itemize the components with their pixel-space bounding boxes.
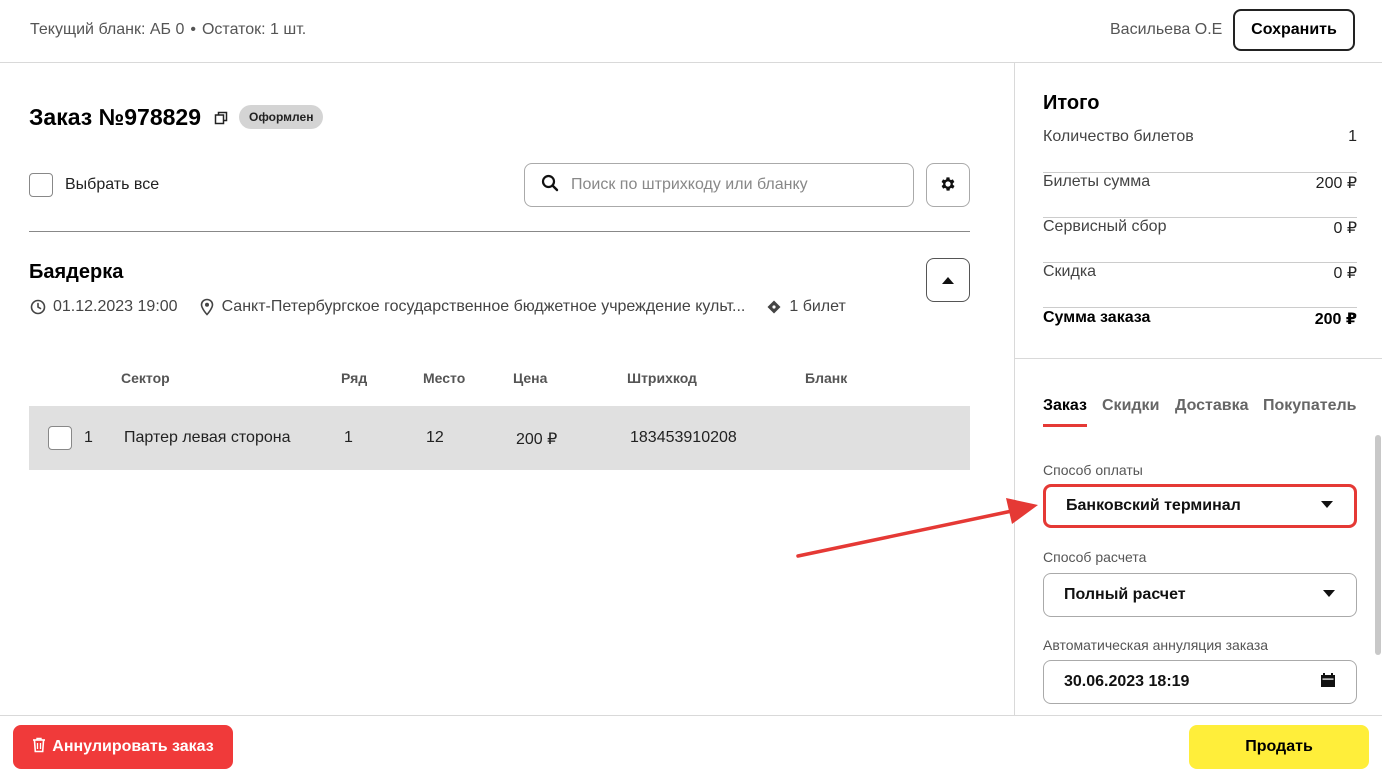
chevron-up-icon — [941, 273, 955, 288]
column-header-barcode: Штрихкод — [627, 370, 697, 386]
chevron-down-icon — [1322, 586, 1336, 604]
copy-icon[interactable] — [214, 111, 228, 125]
row-barcode: 183453910208 — [630, 429, 737, 446]
settlement-value: Полный расчет — [1064, 586, 1186, 603]
separator-dot: • — [190, 21, 196, 38]
sell-button[interactable]: Продать — [1189, 725, 1369, 769]
auto-cancel-label: Автоматическая аннуляция заказа — [1043, 637, 1269, 653]
search-box[interactable] — [524, 163, 914, 207]
select-all[interactable]: Выбрать все — [29, 173, 159, 197]
column-header-blank: Бланк — [805, 370, 848, 386]
summary-label: Количество билетов — [1043, 128, 1194, 145]
row-price: 200 ₽ — [516, 431, 558, 448]
settings-button[interactable] — [926, 163, 970, 207]
divider — [1015, 358, 1382, 359]
right-panel-divider — [1014, 63, 1015, 715]
summary-row-discount: Скидка 0 ₽ — [1043, 263, 1357, 308]
summary-row-total: Сумма заказа 200 ₽ — [1043, 309, 1357, 354]
row-row: 1 — [344, 429, 353, 446]
calendar-icon[interactable] — [1320, 672, 1336, 693]
column-header-price: Цена — [513, 370, 548, 386]
summary-value: 0 ₽ — [1333, 220, 1357, 237]
row-seat: 12 — [426, 429, 444, 446]
collapse-event-button[interactable] — [926, 258, 970, 302]
divider — [29, 231, 970, 232]
clock-icon — [29, 298, 47, 316]
annotation-arrow-icon — [796, 498, 1038, 558]
active-tab-indicator — [1043, 424, 1087, 427]
event-meta: 01.12.2023 19:00 Санкт-Петербургское гос… — [29, 298, 846, 316]
summary-total-label: Сумма заказа — [1043, 309, 1151, 326]
auto-cancel-date-field[interactable]: 30.06.2023 18:19 — [1043, 660, 1357, 704]
search-icon — [541, 174, 559, 197]
payment-method-value: Банковский терминал — [1066, 497, 1241, 514]
footer: Аннулировать заказ Продать — [0, 715, 1382, 774]
summary-value: 200 ₽ — [1315, 175, 1357, 192]
gear-icon — [939, 175, 957, 196]
chevron-down-icon — [1320, 497, 1334, 515]
table-row[interactable]: 1 Партер левая сторона 1 12 200 ₽ 183453… — [29, 406, 970, 470]
column-header-seat: Место — [423, 370, 466, 386]
event-datetime: 01.12.2023 19:00 — [53, 298, 178, 315]
event-tickets-count: 1 билет — [789, 298, 846, 315]
summary-row-tickets-sum: Билеты сумма 200 ₽ — [1043, 173, 1357, 218]
event-venue: Санкт-Петербургское государственное бюдж… — [221, 298, 746, 315]
tab-delivery[interactable]: Доставка — [1175, 397, 1249, 415]
user-name: Васильева О.Е — [1110, 21, 1223, 38]
search-input[interactable] — [571, 176, 891, 194]
column-header-row: Ряд — [341, 370, 368, 386]
tab-customer[interactable]: Покупатель — [1263, 397, 1356, 415]
blank-info: Текущий бланк: АБ 0 • Остаток: 1 шт. — [30, 21, 306, 39]
summary-total-value: 200 ₽ — [1314, 311, 1357, 328]
row-index: 1 — [84, 429, 93, 446]
settlement-select[interactable]: Полный расчет — [1043, 573, 1357, 617]
select-all-checkbox[interactable] — [29, 173, 53, 197]
summary-value: 1 — [1348, 128, 1357, 145]
header: Текущий бланк: АБ 0 • Остаток: 1 шт. Васил… — [0, 0, 1382, 63]
row-checkbox[interactable] — [48, 426, 72, 450]
trash-icon — [32, 737, 52, 758]
summary-value: 0 ₽ — [1333, 265, 1357, 282]
select-all-label: Выбрать все — [65, 176, 160, 193]
status-badge: Оформлен — [239, 105, 324, 129]
remaining-label: Остаток: 1 шт. — [201, 21, 307, 38]
location-pin-icon — [198, 298, 216, 316]
save-button[interactable]: Сохранить — [1233, 9, 1355, 51]
cancel-order-label: Аннулировать заказ — [52, 738, 214, 755]
right-panel-scrollbar[interactable] — [1375, 435, 1381, 655]
summary-label: Билеты сумма — [1043, 173, 1151, 190]
ticket-icon — [765, 298, 783, 316]
summary-title: Итого — [1043, 92, 1100, 114]
row-sector: Партер левая сторона — [124, 429, 291, 446]
summary-label: Скидка — [1043, 263, 1097, 280]
column-header-sector: Сектор — [121, 370, 170, 386]
settlement-label: Способ расчета — [1043, 549, 1147, 565]
current-blank-label: Текущий бланк: АБ 0 — [30, 21, 185, 38]
tab-order[interactable]: Заказ — [1043, 397, 1087, 415]
cancel-order-button[interactable]: Аннулировать заказ — [13, 725, 233, 769]
payment-method-select[interactable]: Банковский терминал — [1043, 484, 1357, 528]
summary-row-service-fee: Сервисный сбор 0 ₽ — [1043, 218, 1357, 263]
event-title: Баядерка — [29, 261, 124, 283]
order-title: Заказ №978829 — [29, 104, 201, 130]
auto-cancel-value: 30.06.2023 18:19 — [1064, 673, 1190, 690]
summary-label: Сервисный сбор — [1043, 218, 1167, 235]
tab-discounts[interactable]: Скидки — [1102, 397, 1159, 415]
summary-row-tickets-count: Количество билетов 1 — [1043, 128, 1357, 173]
payment-method-label: Способ оплаты — [1043, 462, 1143, 478]
